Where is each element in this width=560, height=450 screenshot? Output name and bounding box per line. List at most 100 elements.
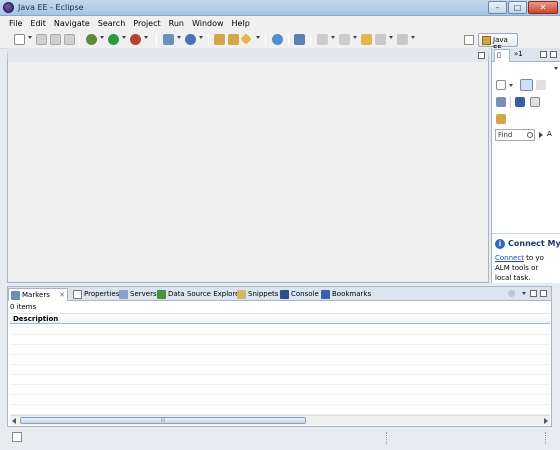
markers-table-body[interactable] (10, 325, 550, 415)
scroll-right-icon[interactable] (544, 418, 548, 424)
toolbar-separator (208, 34, 209, 46)
task-list-tab[interactable]: ▯ (494, 49, 510, 62)
search-icon[interactable] (240, 33, 252, 45)
menu-search[interactable]: Search (94, 16, 129, 30)
categorized-view-icon[interactable] (520, 79, 533, 91)
hide-completed-icon[interactable] (515, 97, 525, 107)
collapse-all-icon[interactable] (530, 97, 540, 107)
debug-icon[interactable] (86, 34, 97, 45)
editor-area[interactable] (7, 48, 489, 283)
eclipse-logo-icon (3, 2, 14, 13)
save-all-icon[interactable] (50, 34, 61, 45)
bottom-maximize-icon[interactable] (540, 290, 547, 297)
scheduled-view-icon[interactable] (536, 80, 546, 90)
menu-bar: File Edit Navigate Search Project Run Wi… (0, 16, 560, 30)
menu-navigate[interactable]: Navigate (50, 16, 94, 30)
java-ee-perspective-icon (482, 36, 491, 45)
next-annotation-dropdown-icon[interactable] (331, 36, 335, 39)
focus-workweek-icon[interactable] (496, 97, 506, 107)
view-menu-icon[interactable] (522, 292, 526, 295)
tab-data-source-explorer[interactable]: Data Source Explorer (155, 288, 242, 301)
menu-window[interactable]: Window (188, 16, 228, 30)
scroll-left-icon[interactable] (12, 418, 16, 424)
scrollbar-thumb[interactable]: ||| (20, 417, 306, 424)
fast-view-icon[interactable] (12, 432, 22, 442)
window-controls: – □ ✕ (487, 1, 558, 14)
new-icon[interactable] (14, 34, 25, 45)
connect-line2: ALM tools or (495, 264, 539, 272)
tab-markers[interactable]: Markers ✕ (8, 288, 68, 301)
right-panel-minimize-icon[interactable] (540, 51, 547, 58)
bottom-minimize-icon[interactable] (530, 290, 537, 297)
new-task-icon[interactable] (496, 80, 506, 90)
open-perspective-icon[interactable] (464, 35, 474, 45)
perspective-java-ee-button[interactable]: Java EE (478, 33, 518, 52)
last-edit-location-icon[interactable] (361, 34, 372, 45)
external-tools-dropdown-icon[interactable] (144, 36, 148, 39)
scrollbar-grip: ||| (160, 417, 166, 423)
horizontal-scrollbar[interactable]: ||| (10, 415, 550, 425)
new-web-service-icon[interactable] (185, 34, 196, 45)
run-dropdown-icon[interactable] (122, 36, 126, 39)
run-icon[interactable] (108, 34, 119, 45)
menu-edit[interactable]: Edit (26, 16, 50, 30)
new-dropdown-icon[interactable] (28, 36, 32, 39)
find-all-label[interactable]: A (547, 130, 552, 138)
tab-servers[interactable]: Servers (117, 288, 157, 301)
tab-snippets[interactable]: Snippets (235, 288, 278, 301)
menu-file[interactable]: File (5, 16, 26, 30)
right-panel-maximize-icon[interactable] (550, 51, 557, 58)
forward-icon[interactable] (397, 34, 408, 45)
tab-bookmarks[interactable]: Bookmarks (319, 288, 371, 301)
open-resource-icon[interactable] (228, 34, 239, 45)
open-type-icon[interactable] (214, 34, 225, 45)
connect-description: Connect to yo ALM tools or local task. (495, 253, 559, 283)
toolbar-separator (79, 34, 80, 46)
connect-line3: local task. (495, 274, 531, 282)
servers-icon (119, 290, 128, 299)
toolbar-separator (288, 34, 289, 46)
bottom-panel: Markers ✕ Properties Servers Data Source… (7, 286, 552, 427)
column-header-description[interactable]: Description (10, 313, 550, 324)
tab-data-source-explorer-label: Data Source Explorer (168, 290, 243, 298)
close-button[interactable]: ✕ (528, 1, 558, 14)
next-annotation-icon[interactable] (317, 34, 328, 45)
previous-annotation-dropdown-icon[interactable] (353, 36, 357, 39)
editor-minimize-icon[interactable] (478, 52, 485, 59)
snippets-icon (237, 290, 246, 299)
forward-dropdown-icon[interactable] (411, 36, 415, 39)
previous-annotation-icon[interactable] (339, 34, 350, 45)
menu-project[interactable]: Project (129, 16, 164, 30)
tab-snippets-label: Snippets (248, 290, 279, 298)
browser-icon[interactable] (272, 34, 283, 45)
menu-help[interactable]: Help (228, 16, 254, 30)
print-icon[interactable] (64, 34, 75, 45)
close-icon[interactable]: ✕ (59, 291, 65, 299)
external-tools-icon[interactable] (130, 34, 141, 45)
minimize-button[interactable]: – (488, 1, 507, 14)
task-repository-icon[interactable] (496, 114, 506, 124)
debug-dropdown-icon[interactable] (100, 36, 104, 39)
find-input[interactable]: Find (495, 129, 535, 141)
web-service-dropdown-icon[interactable] (199, 36, 203, 39)
tab-console[interactable]: Console (278, 288, 319, 301)
new-server-dropdown-icon[interactable] (177, 36, 181, 39)
back-icon[interactable] (375, 34, 386, 45)
view-menu-icon[interactable] (554, 67, 558, 70)
connect-link[interactable]: Connect (495, 254, 524, 262)
maximize-button[interactable]: □ (508, 1, 527, 14)
main-toolbar (0, 30, 560, 49)
view-overflow-tab[interactable]: »1 (514, 50, 523, 58)
back-dropdown-icon[interactable] (389, 36, 393, 39)
new-task-dropdown-icon[interactable] (509, 84, 513, 87)
search-dropdown-icon[interactable] (256, 36, 260, 39)
view-filter-icon[interactable] (508, 290, 515, 297)
menu-run[interactable]: Run (165, 16, 188, 30)
find-menu-arrow-icon[interactable] (539, 132, 543, 138)
toolbar-separator (265, 34, 266, 46)
tab-properties[interactable]: Properties (71, 288, 119, 301)
save-icon[interactable] (36, 34, 47, 45)
toolbar-separator (510, 96, 511, 108)
task-icon[interactable] (294, 34, 305, 45)
new-server-icon[interactable] (163, 34, 174, 45)
